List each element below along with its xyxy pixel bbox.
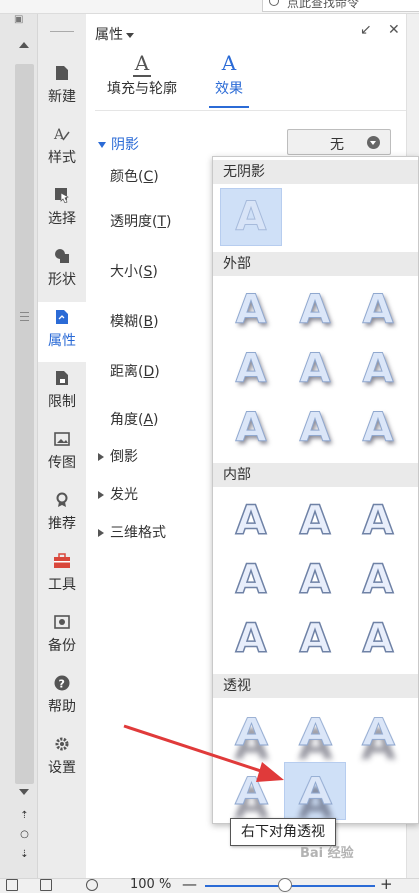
zoom-level[interactable]: 100 % <box>130 877 171 892</box>
watermark: Bai 经验 <box>300 846 354 861</box>
zoom-in-icon[interactable]: + <box>380 875 393 893</box>
doc-status-icon[interactable] <box>40 879 52 891</box>
zoom-out-icon[interactable]: — <box>182 875 197 893</box>
status-bar: 100 % — + <box>0 875 419 893</box>
reading-mode-icon[interactable] <box>86 879 98 891</box>
annotation-arrow-icon <box>123 724 284 782</box>
page-view-icon[interactable] <box>6 879 18 891</box>
zoom-slider-knob[interactable] <box>278 878 292 892</box>
